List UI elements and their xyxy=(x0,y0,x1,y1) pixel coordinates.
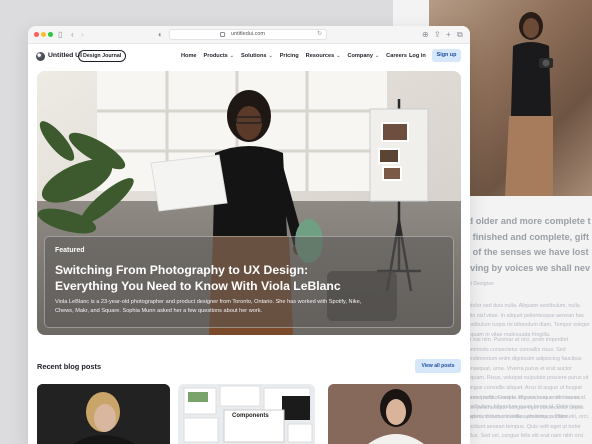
blog-post-card[interactable] xyxy=(37,384,170,444)
untitled-ui-logo-icon[interactable] xyxy=(36,52,45,61)
login-link[interactable]: Log in xyxy=(409,53,426,59)
tabs-overview-icon[interactable]: ⧉ xyxy=(457,29,463,41)
nav-item-products[interactable]: Products ⌄ xyxy=(204,53,234,59)
background-quote: ld older and more complete t e finished … xyxy=(465,216,591,273)
chevron-down-icon: ⌄ xyxy=(268,53,273,59)
view-all-posts-button[interactable]: View all posts xyxy=(415,359,461,373)
chevron-down-icon: ⌄ xyxy=(336,53,341,59)
maximize-window-button[interactable] xyxy=(48,32,53,37)
background-paragraph: e dolor sed duis nulla. Aliquam vestibul… xyxy=(465,303,590,338)
shield-icon[interactable]: ◐ xyxy=(158,29,163,41)
blog-post-card[interactable] xyxy=(328,384,461,444)
nav-item-home[interactable]: Home xyxy=(181,53,197,59)
background-paragraph: e amet nulla. Gravida id gravida ac enim… xyxy=(465,395,590,440)
back-arrow-icon[interactable]: ‹ xyxy=(71,29,74,41)
reload-icon[interactable]: ↻ xyxy=(317,30,322,37)
minimize-window-button[interactable] xyxy=(41,32,46,37)
featured-caption-panel: Featured Switching From Photography to U… xyxy=(44,236,454,328)
portrait-woman-white-top-image xyxy=(328,384,461,444)
nav-item-company[interactable]: Company ⌄ xyxy=(347,53,379,59)
download-icon[interactable]: ⊕ xyxy=(422,29,429,41)
brand-name[interactable]: Untitled UI xyxy=(48,52,82,59)
featured-label: Featured xyxy=(55,247,85,254)
design-journal-badge[interactable]: Design Journal xyxy=(78,50,127,62)
chevron-down-icon: ⌄ xyxy=(229,53,234,59)
share-icon[interactable]: ⇪ xyxy=(434,29,441,41)
browser-window: ▯ ‹ › ◐ untitledui.com ↻ ⊕ ⇪ + ⧉ Untitle… xyxy=(28,26,470,444)
featured-post-hero[interactable]: Featured Switching From Photography to U… xyxy=(37,71,461,335)
photographer-figure xyxy=(505,12,553,196)
url-text: untitledui.com xyxy=(231,31,265,37)
forward-arrow-icon[interactable]: › xyxy=(81,29,84,41)
nav-item-solutions[interactable]: Solutions ⌄ xyxy=(241,53,273,59)
featured-post-description: Viola LeBlanc is a 23-year-old photograp… xyxy=(55,299,362,314)
portrait-blonde-woman-image xyxy=(37,384,170,444)
nav-item-resources[interactable]: Resources ⌄ xyxy=(306,53,341,59)
signup-button[interactable]: Sign up xyxy=(432,49,461,62)
chevron-down-icon: ⌄ xyxy=(374,53,380,59)
recent-posts-heading: Recent blog posts xyxy=(37,362,102,371)
address-bar[interactable]: untitledui.com ↻ xyxy=(169,29,327,40)
nav-item-pricing[interactable]: Pricing xyxy=(280,53,299,59)
new-tab-icon[interactable]: + xyxy=(446,29,451,41)
main-menu: Home Products ⌄ Solutions ⌄ Pricing Resour… xyxy=(181,53,413,59)
blog-post-card[interactable]: Components xyxy=(178,384,315,444)
background-caption: uct Designer xyxy=(465,281,495,287)
site-navigation: Untitled UI Design Journal Home Products… xyxy=(28,44,470,69)
browser-toolbar: ▯ ‹ › ◐ untitledui.com ↻ ⊕ ⇪ + ⧉ xyxy=(28,26,470,44)
components-label: Components xyxy=(232,413,269,419)
featured-post-title[interactable]: Switching From Photography to UX Design:… xyxy=(55,262,355,294)
close-window-button[interactable] xyxy=(34,32,39,37)
sidebar-toggle-icon[interactable]: ▯ xyxy=(58,29,62,41)
